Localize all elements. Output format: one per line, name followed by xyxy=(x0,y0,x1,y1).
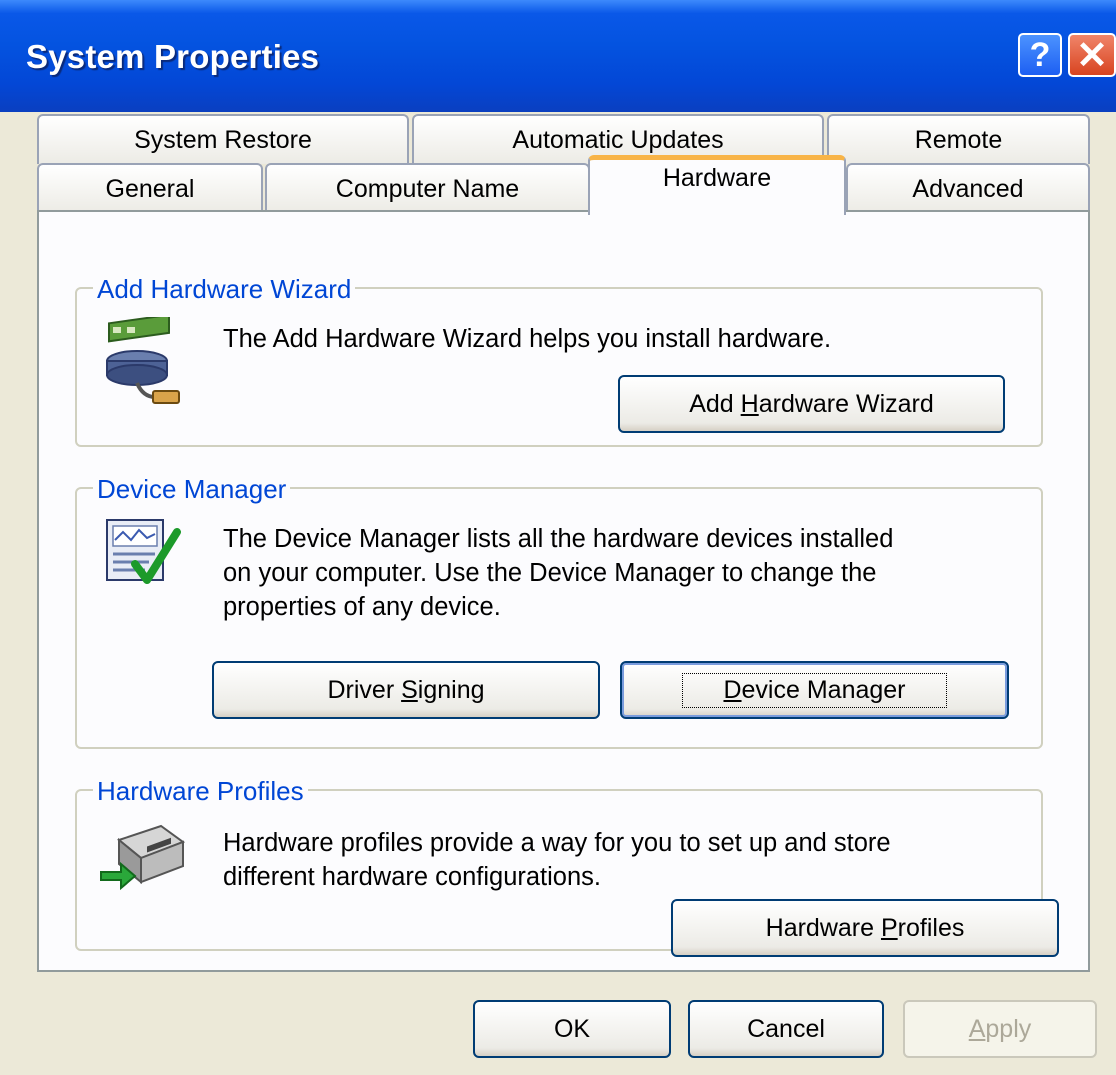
button-label: OK xyxy=(553,1014,591,1043)
button-label: Cancel xyxy=(747,1014,825,1043)
button-label: Device Manager xyxy=(682,672,947,708)
hardware-tab-panel: Add Hardware Wizard The Add Hardware Wiz… xyxy=(37,210,1090,972)
add-hardware-group-title: Add Hardware Wizard xyxy=(93,274,356,304)
apply-button: Apply xyxy=(903,1000,1097,1058)
help-icon: ? xyxy=(1029,35,1051,74)
button-label: Apply xyxy=(968,1014,1032,1043)
hardware-profiles-button[interactable]: Hardware Profiles xyxy=(671,899,1059,957)
ok-button[interactable]: OK xyxy=(473,1000,671,1058)
hardware-profiles-icon xyxy=(100,824,186,891)
system-properties-window: System Properties ? ✕ System Restore Aut… xyxy=(0,0,1116,1075)
button-label: Driver Signing xyxy=(327,675,485,704)
close-icon: ✕ xyxy=(1076,34,1108,77)
device-manager-description-line-2: on your computer. Use the Device Manager… xyxy=(223,559,877,587)
cancel-button[interactable]: Cancel xyxy=(688,1000,884,1058)
device-manager-group-title: Device Manager xyxy=(93,474,291,504)
tab-general[interactable]: General xyxy=(37,163,263,213)
device-manager-icon xyxy=(106,519,181,584)
hardware-profiles-description-line-1: Hardware profiles provide a way for you … xyxy=(223,829,891,857)
button-label: Hardware Profiles xyxy=(765,913,965,942)
hardware-profiles-group-title: Hardware Profiles xyxy=(93,776,308,806)
device-manager-description-line-3: properties of any device. xyxy=(223,593,501,621)
tab-label: Computer Name xyxy=(335,174,520,203)
tab-label: Hardware xyxy=(662,164,772,192)
device-manager-description-line-1: The Device Manager lists all the hardwar… xyxy=(223,525,894,553)
tab-label: General xyxy=(105,174,195,203)
help-button[interactable]: ? xyxy=(1018,33,1062,77)
add-hardware-icon xyxy=(106,317,180,404)
tab-label: Advanced xyxy=(912,174,1024,203)
tab-system-restore[interactable]: System Restore xyxy=(37,114,409,164)
tab-label: Automatic Updates xyxy=(512,125,724,154)
add-hardware-description: The Add Hardware Wizard helps you instal… xyxy=(223,325,832,353)
tab-label: Remote xyxy=(914,125,1003,154)
tab-computer-name[interactable]: Computer Name xyxy=(265,163,590,213)
window-title: System Properties xyxy=(26,38,320,75)
hardware-profiles-description-line-2: different hardware configurations. xyxy=(223,863,602,891)
title-bar[interactable]: System Properties ? ✕ xyxy=(0,0,1116,112)
driver-signing-button[interactable]: Driver Signing xyxy=(212,661,600,719)
device-manager-button[interactable]: Device Manager xyxy=(620,661,1009,719)
add-hardware-wizard-button[interactable]: Add Hardware Wizard xyxy=(618,375,1005,433)
tab-label: System Restore xyxy=(134,125,312,154)
close-button[interactable]: ✕ xyxy=(1068,33,1116,77)
tab-advanced[interactable]: Advanced xyxy=(846,163,1090,213)
button-label: Add Hardware Wizard xyxy=(689,389,934,418)
tab-hardware[interactable]: Hardware xyxy=(588,155,846,215)
tab-remote[interactable]: Remote xyxy=(827,114,1090,164)
